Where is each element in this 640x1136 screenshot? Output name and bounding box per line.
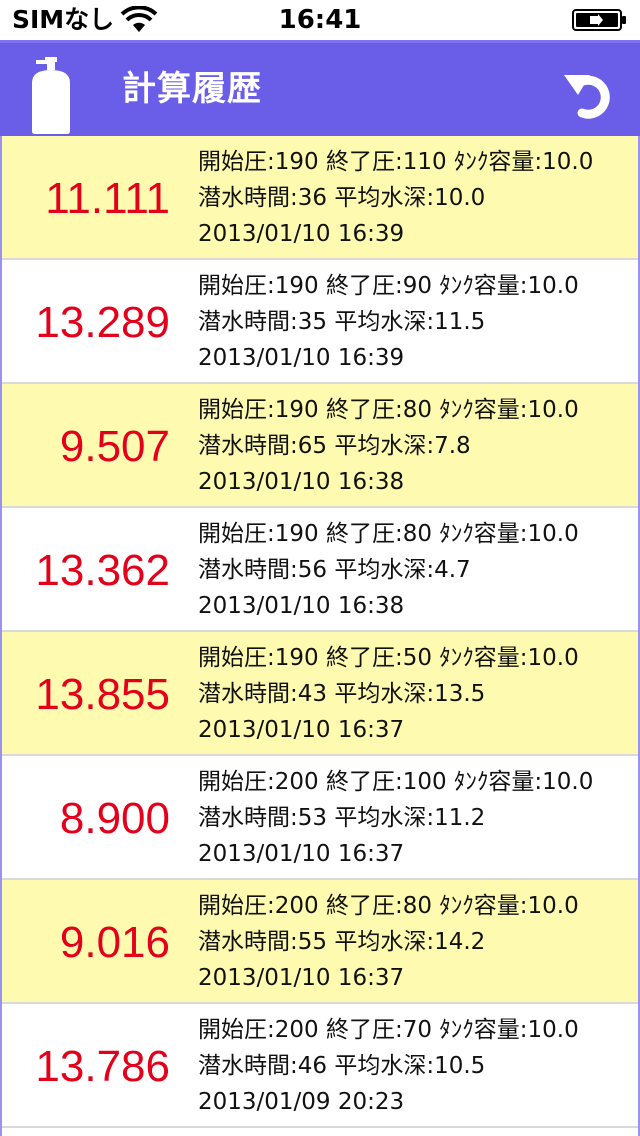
history-params: 開始圧:190 終了圧:80 ﾀﾝｸ容量:10.0	[198, 521, 579, 547]
nav-bar: 計算履歴	[0, 40, 640, 136]
undo-button[interactable]	[556, 55, 628, 127]
history-row[interactable]: 13.289 開始圧:190 終了圧:90 ﾀﾝｸ容量:10.0 潜水時間:35…	[0, 260, 640, 384]
gas-tank-icon	[32, 57, 70, 134]
history-row[interactable]: 13.786 開始圧:200 終了圧:70 ﾀﾝｸ容量:10.0 潜水時間:46…	[0, 1004, 640, 1128]
history-params: 開始圧:190 終了圧:110 ﾀﾝｸ容量:10.0	[198, 149, 594, 175]
history-datetime: 2013/01/10 16:39	[198, 345, 405, 371]
history-dive: 潜水時間:65 平均水深:7.8	[198, 433, 471, 459]
history-value: 13.855	[35, 670, 170, 719]
history-row[interactable]: 13.362 開始圧:190 終了圧:80 ﾀﾝｸ容量:10.0 潜水時間:56…	[0, 508, 640, 632]
history-row[interactable]: 9.507 開始圧:190 終了圧:80 ﾀﾝｸ容量:10.0 潜水時間:65 …	[0, 384, 640, 508]
history-value: 11.111	[45, 174, 170, 223]
history-details: 開始圧:200 終了圧:70 ﾀﾝｸ容量:10.0 潜水時間:46 平均水深:1…	[198, 1012, 638, 1120]
history-datetime: 2013/01/10 16:38	[198, 469, 405, 495]
history-datetime: 2013/01/10 16:37	[198, 965, 405, 991]
history-details: 開始圧:190 終了圧:110 ﾀﾝｸ容量:10.0 潜水時間:36 平均水深:…	[198, 144, 638, 252]
history-datetime: 2013/01/10 16:37	[198, 717, 405, 743]
history-value: 8.900	[59, 794, 170, 843]
page-title: 計算履歴	[122, 69, 262, 109]
history-params: 開始圧:200 終了圧:100 ﾀﾝｸ容量:10.0	[198, 769, 594, 795]
history-row[interactable]: 9.016 開始圧:200 終了圧:80 ﾀﾝｸ容量:10.0 潜水時間:55 …	[0, 880, 640, 1004]
history-details: 開始圧:200 終了圧:100 ﾀﾝｸ容量:10.0 潜水時間:53 平均水深:…	[198, 764, 638, 872]
history-params: 開始圧:190 終了圧:80 ﾀﾝｸ容量:10.0	[198, 397, 579, 423]
history-details: 開始圧:190 終了圧:50 ﾀﾝｸ容量:10.0 潜水時間:43 平均水深:1…	[198, 640, 638, 748]
history-datetime: 2013/01/10 16:38	[198, 593, 405, 619]
history-params: 開始圧:190 終了圧:90 ﾀﾝｸ容量:10.0	[198, 273, 579, 299]
history-row[interactable]: 13.855 開始圧:190 終了圧:50 ﾀﾝｸ容量:10.0 潜水時間:43…	[0, 632, 640, 756]
history-details: 開始圧:190 終了圧:80 ﾀﾝｸ容量:10.0 潜水時間:56 平均水深:4…	[198, 516, 638, 624]
history-dive: 潜水時間:53 平均水深:11.2	[198, 805, 486, 831]
history-params: 開始圧:200 終了圧:80 ﾀﾝｸ容量:10.0	[198, 893, 579, 919]
history-row[interactable]: 8.900 開始圧:200 終了圧:100 ﾀﾝｸ容量:10.0 潜水時間:53…	[0, 756, 640, 880]
history-dive: 潜水時間:43 平均水深:13.5	[198, 681, 486, 707]
history-datetime: 2013/01/10 16:39	[198, 221, 405, 247]
history-row[interactable]: 11.111 開始圧:190 終了圧:110 ﾀﾝｸ容量:10.0 潜水時間:3…	[0, 136, 640, 260]
history-value: 13.289	[35, 298, 170, 347]
history-list[interactable]: 11.111 開始圧:190 終了圧:110 ﾀﾝｸ容量:10.0 潜水時間:3…	[0, 136, 640, 1136]
history-details: 開始圧:190 終了圧:80 ﾀﾝｸ容量:10.0 潜水時間:65 平均水深:7…	[198, 392, 638, 500]
battery-charging-icon	[572, 9, 626, 31]
history-dive: 潜水時間:36 平均水深:10.0	[198, 185, 486, 211]
history-dive: 潜水時間:35 平均水深:11.5	[198, 309, 486, 335]
history-details: 開始圧:200 終了圧:80 ﾀﾝｸ容量:10.0 潜水時間:55 平均水深:1…	[198, 888, 638, 996]
status-time: 16:41	[278, 5, 362, 35]
history-value: 13.786	[35, 1042, 170, 1091]
history-dive: 潜水時間:56 平均水深:4.7	[198, 557, 471, 583]
history-datetime: 2013/01/09 20:23	[198, 1089, 405, 1115]
history-value: 9.507	[59, 422, 170, 471]
history-datetime: 2013/01/10 16:37	[198, 841, 405, 867]
status-bar: SIMなし 16:41	[0, 0, 640, 40]
history-params: 開始圧:190 終了圧:50 ﾀﾝｸ容量:10.0	[198, 645, 579, 671]
history-dive: 潜水時間:46 平均水深:10.5	[198, 1053, 486, 1079]
history-value: 13.362	[35, 546, 170, 595]
history-params: 開始圧:200 終了圧:70 ﾀﾝｸ容量:10.0	[198, 1017, 579, 1043]
history-dive: 潜水時間:55 平均水深:14.2	[198, 929, 486, 955]
undo-arrow-icon	[564, 75, 610, 119]
history-value: 9.016	[59, 918, 170, 967]
history-details: 開始圧:190 終了圧:90 ﾀﾝｸ容量:10.0 潜水時間:35 平均水深:1…	[198, 268, 638, 376]
